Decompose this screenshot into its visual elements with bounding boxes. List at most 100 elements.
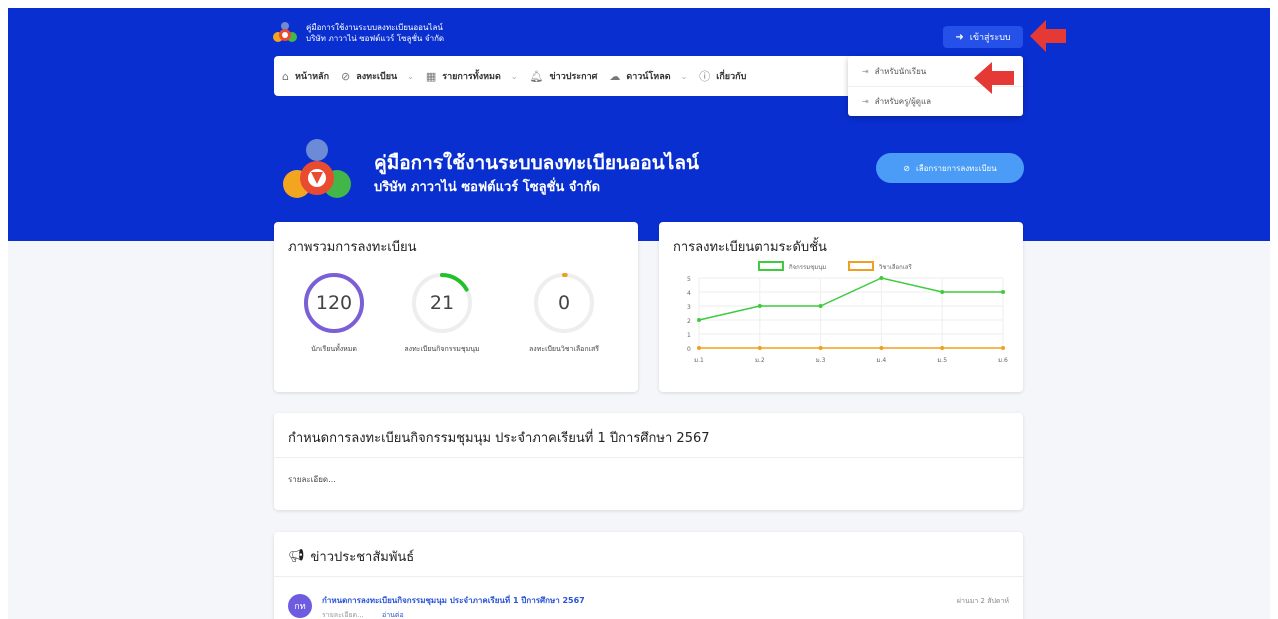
nav-label: ดาวน์โหลด: [626, 72, 671, 82]
data-point: [697, 346, 701, 350]
nav-label: ลงทะเบียน: [356, 72, 398, 82]
x-tick-label: ม.1: [694, 357, 704, 364]
hero-banner: คู่มือการใช้งานระบบลงทะเบียนออนไลน์ บริษ…: [8, 8, 1270, 241]
news-item-link[interactable]: กำหนดการลงทะเบียนกิจกรรมชุมนุม ประจำภาคเ…: [322, 594, 585, 607]
news-header: 📢︎ ข่าวประชาสัมพันธ์: [288, 546, 414, 567]
data-point: [757, 346, 762, 350]
news-card: 📢︎ ข่าวประชาสัมพันธ์ กท กำหนดการลงทะเบีย…: [274, 532, 1023, 619]
level-chart-card: การลงทะเบียนตามระดับชั้น 0 1 2 3 4 5 ม.1 ม.2 ม.3…: [659, 222, 1023, 392]
x-tick-label: ม.2: [755, 357, 765, 364]
divider: [274, 457, 1023, 458]
ring-value: 0: [557, 292, 571, 314]
y-tick-label: 0: [687, 346, 691, 353]
arrow-left-icon: [974, 62, 1014, 94]
news-item-read-more-link[interactable]: อ่านต่อ: [382, 611, 404, 619]
grid-icon: ▦: [425, 69, 437, 83]
y-tick-label: 3: [687, 304, 691, 311]
ring-club-registration: 21: [410, 271, 474, 335]
nav-label: ข่าวประกาศ: [549, 72, 598, 82]
megaphone-icon: 📢︎: [288, 549, 305, 564]
x-tick-label: ม.3: [816, 357, 826, 364]
divider: [274, 576, 1023, 577]
nav-label: เกี่ยวกับ: [716, 72, 747, 82]
data-point: [940, 290, 945, 294]
legend-swatch: [848, 261, 874, 271]
data-point: [879, 346, 884, 350]
nav-item-home[interactable]: ⌂ หน้าหลัก: [282, 69, 329, 83]
brand-logo-icon: [273, 22, 297, 42]
data-point: [1001, 290, 1005, 294]
announcement-card: กำหนดการลงทะเบียนกิจกรรมชุมนุม ประจำภาคเ…: [274, 413, 1023, 510]
y-tick-label: 4: [687, 290, 691, 297]
nav-item-news[interactable]: 🔔︎ ข่าวประกาศ: [530, 69, 598, 83]
news-item-sub-detail: รายละเอียด...: [322, 611, 364, 619]
ring-value: 120: [315, 292, 353, 314]
news-item-detail: รายละเอียด... อ่านต่อ: [322, 610, 404, 619]
overview-card: ภาพรวมการลงทะเบียน 120 นักเรียนทั้งหมด 2…: [274, 222, 638, 392]
brand[interactable]: คู่มือการใช้งานระบบลงทะเบียนออนไลน์ บริษ…: [272, 20, 444, 46]
menu-item-label: สำหรับนักเรียน: [874, 66, 927, 76]
ring-elective-registration: 0: [532, 271, 596, 335]
check-circle-icon: ⊘: [341, 69, 351, 83]
page-subtitle: บริษัท ภาวาไน่ ซอฟต์แวร์ โซลูชั่น จำกัด: [374, 180, 601, 195]
sign-in-icon: ➜: [955, 31, 964, 43]
menu-item-label: สำหรับครู/ผู้ดูแล: [874, 97, 932, 106]
data-point: [940, 346, 945, 350]
x-tick-label: ม.5: [937, 357, 947, 364]
overview-title: ภาพรวมการลงทะเบียน: [288, 240, 417, 255]
sign-in-icon: ⇥: [862, 66, 869, 76]
select-registration-label: เลือกรายการลงทะเบียน: [915, 163, 997, 173]
ring-label: ลงทะเบียนกิจกรรมชุมนุม: [404, 345, 480, 353]
legend-label: กิจกรรมชุมนุม: [789, 264, 827, 271]
data-point: [697, 318, 701, 322]
brand-title: คู่มือการใช้งานระบบลงทะเบียนออนไลน์: [306, 23, 443, 32]
nav-label: รายการทั้งหมด: [442, 72, 501, 82]
page-title: คู่มือการใช้งานระบบลงทะเบียนออนไลน์: [374, 152, 699, 174]
data-point: [1001, 346, 1005, 350]
chevron-down-icon: ⌄: [680, 71, 688, 81]
check-circle-icon: ⊘: [903, 163, 910, 173]
chevron-down-icon: ⌄: [510, 71, 518, 81]
y-tick-label: 5: [687, 276, 691, 283]
news-item-time: ผ่านมา 2 สัปดาห์: [956, 597, 1009, 605]
data-point: [818, 304, 823, 308]
announcement-title: กำหนดการลงทะเบียนกิจกรรมชุมนุม ประจำภาคเ…: [288, 431, 710, 446]
nav-item-register[interactable]: ⊘ ลงทะเบียน ⌄: [341, 69, 414, 83]
ring-value: 21: [429, 292, 455, 314]
announcement-detail[interactable]: รายละเอียด...: [288, 473, 336, 486]
cloud-download-icon: ☁: [609, 69, 621, 83]
y-tick-label: 2: [687, 318, 691, 325]
home-icon: ⌂: [282, 69, 289, 83]
nav-item-all-list[interactable]: ▦ รายการทั้งหมด ⌄: [426, 69, 518, 83]
select-registration-button[interactable]: ⊘ เลือกรายการลงทะเบียน: [876, 153, 1024, 183]
data-point: [818, 346, 823, 350]
news-title: ข่าวประชาสัมพันธ์: [310, 550, 415, 565]
sign-in-icon: ⇥: [862, 97, 869, 106]
y-tick-label: 1: [687, 332, 691, 339]
x-tick-label: ม.4: [877, 357, 887, 364]
brand-subtitle: บริษัท ภาวาไน่ ซอฟต์แวร์ โซลูชั่น จำกัด: [306, 34, 445, 43]
nav-item-download[interactable]: ☁ ดาวน์โหลด ⌄: [609, 69, 687, 83]
chevron-down-icon: ⌄: [407, 71, 414, 81]
hero-logo-icon: [283, 139, 351, 198]
data-point: [757, 304, 762, 308]
info-icon: ⓘ: [699, 70, 711, 83]
ring-total-students: 120: [302, 271, 366, 335]
login-button[interactable]: ➜ เข้าสู่ระบบ: [943, 26, 1023, 48]
series-line: [698, 277, 1003, 321]
main-nav: ⌂ หน้าหลัก ⊘ ลงทะเบียน ⌄ ▦ รายการทั้งหมด…: [274, 56, 872, 96]
bell-icon: 🔔︎: [529, 69, 544, 83]
line-chart: 0 1 2 3 4 5 ม.1 ม.2 ม.3 ม.4 ม.5 ม.6 กิจกรรมชุมนุม วิช…: [687, 261, 1008, 364]
login-label: เข้าสู่ระบบ: [969, 33, 1011, 43]
ring-label: ลงทะเบียนวิชาเลือกเสรี: [529, 345, 599, 353]
nav-item-about[interactable]: ⓘ เกี่ยวกับ: [699, 68, 746, 84]
legend-swatch: [758, 261, 784, 271]
legend-label: วิชาเลือกเสรี: [878, 263, 912, 271]
ring-label: นักเรียนทั้งหมด: [311, 345, 357, 353]
x-tick-label: ม.6: [998, 357, 1008, 364]
avatar: กท: [288, 594, 312, 618]
arrow-left-icon: [1030, 20, 1066, 52]
page-frame: คู่มือการใช้งานระบบลงทะเบียนออนไลน์ บริษ…: [8, 8, 1270, 619]
nav-label: หน้าหลัก: [294, 72, 330, 82]
data-point: [879, 276, 884, 280]
